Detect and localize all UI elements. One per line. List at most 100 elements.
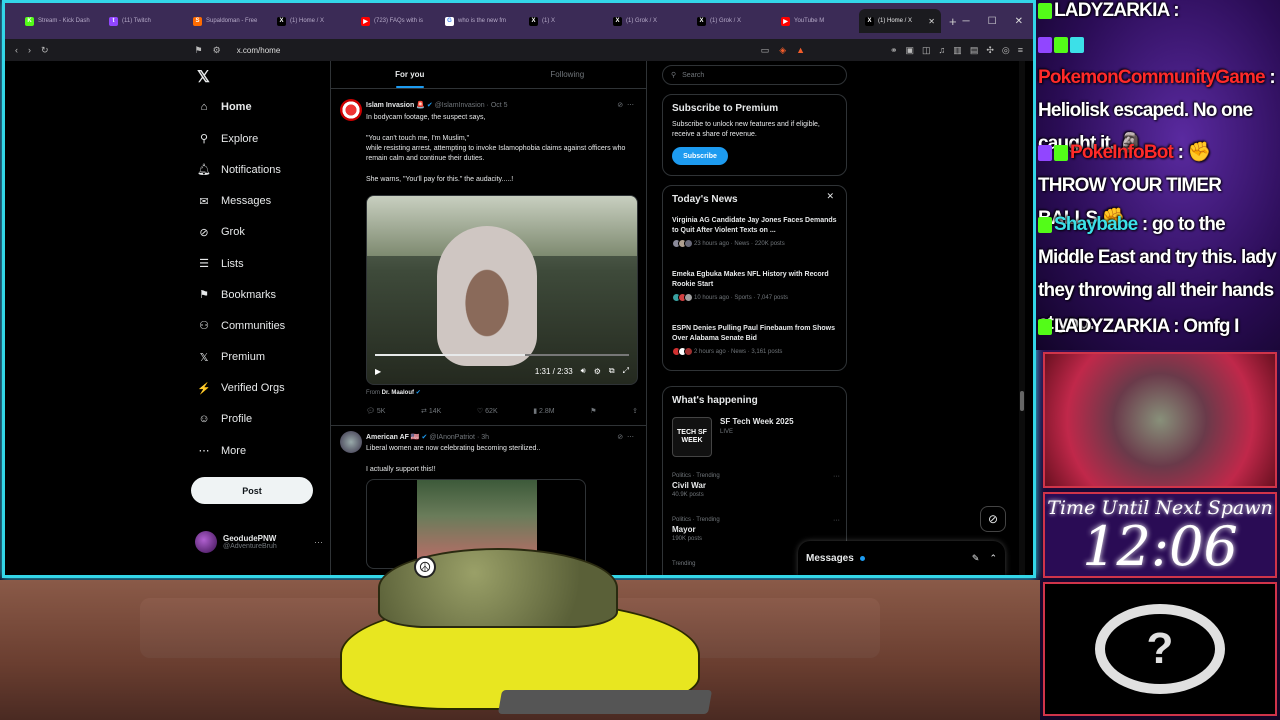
avatar[interactable] (340, 431, 362, 453)
more-icon[interactable]: ⋯ (627, 102, 634, 109)
music-icon[interactable]: ♫ (939, 45, 946, 56)
wallet-icon[interactable]: ◎ (1002, 45, 1010, 56)
trend-item[interactable]: Politics · Trending Mayor 190K posts ··· (672, 517, 840, 542)
trending-event[interactable]: TECH SF WEEK SF Tech Week 2025 LIVE (672, 417, 794, 457)
reply-button[interactable]: 💬︎ 5K (366, 407, 385, 415)
from-name[interactable]: Dr. Maalouf (382, 390, 414, 396)
like-button[interactable]: ♡ 62K (477, 407, 498, 415)
compose-message-icon[interactable]: ✎ (972, 553, 980, 564)
browser-tab[interactable]: S Supaldoman - Free (187, 9, 269, 33)
tab-for-you[interactable]: For you (331, 61, 489, 88)
grok-icon[interactable]: ⊘ (617, 434, 623, 441)
fullscreen-icon[interactable]: ⤢ (623, 366, 629, 376)
post-button[interactable]: Post (191, 477, 313, 504)
chat-username[interactable]: Shaybabe (1054, 214, 1138, 235)
back-icon[interactable]: ‹ (15, 45, 18, 55)
news-item[interactable]: Virginia AG Candidate Jay Jones Faces De… (672, 216, 837, 248)
trend-item[interactable]: Politics · Trending Civil War 40.9K posts ·… (672, 473, 840, 498)
grok-icon[interactable]: ⊘ (617, 102, 623, 109)
more-icon[interactable]: ⋯ (627, 434, 634, 441)
browser-tab[interactable]: ▶ (723) FAQs with is (355, 9, 437, 33)
volume-icon[interactable]: 🔊︎ (581, 366, 586, 376)
minimize-icon[interactable]: ─ (963, 16, 970, 27)
extension-icon[interactable]: ▣ (906, 45, 915, 56)
address-bar[interactable]: x.com/home (231, 46, 751, 55)
extension-icon[interactable]: ◫ (922, 45, 931, 56)
chat-username[interactable]: PokemonCommunityGame (1038, 67, 1266, 88)
video-progress-bar[interactable] (375, 354, 629, 356)
sidebar-item-notifications[interactable]: 🔔︎ Notifications (197, 163, 281, 177)
avatar[interactable] (340, 99, 362, 121)
sidebar-item-messages[interactable]: ✉ Messages (197, 195, 271, 208)
repost-button[interactable]: ⇄ 14K (421, 407, 441, 415)
extension-icon[interactable]: ▥ (953, 45, 962, 56)
sidebar-item-verified-orgs[interactable]: ⚡ Verified Orgs (197, 382, 284, 395)
bookmark-icon[interactable]: ⚑ (590, 407, 596, 415)
play-icon[interactable]: ▶ (375, 367, 381, 376)
news-item[interactable]: ESPN Denies Pulling Paul Finebaum from S… (672, 324, 837, 356)
account-switcher[interactable]: GeodudePNW @AdventureBruh ··· (195, 531, 323, 553)
author-name[interactable]: Islam Invasion (366, 102, 414, 109)
author-meta: @IslamInvasion · Oct 5 (434, 102, 508, 109)
more-icon[interactable]: ··· (833, 517, 840, 524)
share-icon[interactable]: ⇪ (632, 407, 638, 415)
close-icon[interactable]: ✕ (826, 191, 834, 202)
news-item[interactable]: Emeka Egbuka Makes NFL History with Reco… (672, 270, 837, 302)
chat-username[interactable]: PokeInfoBot (1070, 142, 1174, 163)
browser-tab[interactable]: X (1) Grok / X (607, 9, 689, 33)
sidebar-item-premium[interactable]: 𝕏 Premium (197, 351, 265, 364)
scrollbar-thumb[interactable] (1020, 391, 1024, 411)
sidebar-item-grok[interactable]: ⊘ Grok (197, 226, 244, 239)
extension-icon[interactable]: ▤ (970, 45, 979, 56)
sidebar-item-more[interactable]: ⋯ More (197, 444, 247, 458)
tab-following[interactable]: Following (489, 61, 647, 88)
chat-badge-icon (1054, 36, 1068, 53)
sidebar-item-bookmarks[interactable]: ⚑ Bookmarks (197, 288, 276, 302)
browser-tab[interactable]: K Stream - Kick Dash (19, 9, 101, 33)
screen-icon[interactable]: ▭ (761, 45, 770, 56)
site-info-icon[interactable]: ⚙ (213, 45, 221, 56)
sidebar-item-explore[interactable]: ⚲ Explore (197, 132, 258, 146)
sidebar-item-lists[interactable]: ☰ Lists (197, 257, 244, 271)
author-name[interactable]: American AF 🇺🇸 (366, 434, 420, 441)
scrollbar[interactable] (1019, 61, 1025, 575)
forward-icon[interactable]: › (28, 45, 31, 55)
messages-drawer[interactable]: Messages ✎ ⌃ (798, 541, 1005, 575)
menu-icon[interactable]: ≡ (1018, 45, 1023, 56)
sidebar-item-communities[interactable]: ⚇ Communities (197, 319, 285, 333)
x-logo-icon[interactable]: 𝕏 (197, 67, 210, 87)
brave-shield-icon[interactable]: ◈ (779, 45, 786, 56)
close-window-icon[interactable]: ✕ (1015, 16, 1023, 27)
pip-icon[interactable]: ⧉ (609, 366, 615, 376)
chat-username[interactable]: LADYZARKIA (1054, 316, 1170, 337)
more-icon[interactable]: ··· (833, 473, 840, 480)
expand-icon[interactable]: ⌃ (989, 553, 997, 564)
reload-icon[interactable]: ↻ (41, 45, 49, 56)
bookmark-page-icon[interactable]: ⚑ (195, 45, 203, 56)
browser-tab[interactable]: X (1) Home / X ✕ (859, 9, 941, 33)
close-tab-icon[interactable]: ✕ (928, 17, 935, 26)
video-player[interactable]: ▶ 1:31 / 2:33 🔊︎ ⚙ ⧉ ⤢ (366, 195, 638, 385)
grok-button[interactable]: ⊘ (980, 506, 1006, 532)
browser-tab[interactable]: Gwho is the new fm (439, 9, 521, 33)
subscribe-button[interactable]: Subscribe (672, 147, 728, 165)
sidebar-item-profile[interactable]: ☺ Profile (197, 413, 252, 425)
rewards-icon[interactable]: ▲ (796, 45, 805, 55)
browser-tab[interactable]: t (11) Twitch (103, 9, 185, 33)
tweet[interactable]: Islam Invasion 🚨 ✔ @IslamInvasion · Oct … (331, 89, 646, 459)
video-progress-fill (375, 354, 525, 356)
browser-tab[interactable]: X (1) X (523, 9, 605, 33)
chat-username[interactable]: LADYZARKIA (1054, 0, 1170, 21)
settings-icon[interactable]: ⚙ (594, 367, 601, 376)
views-button[interactable]: ▮ 2.8M (533, 407, 554, 415)
extension-icon[interactable]: ⚭ (890, 45, 898, 56)
search-input[interactable]: ⚲ Search (662, 65, 847, 85)
browser-tab[interactable]: ▶ YouTube M (775, 9, 857, 33)
more-icon[interactable]: ··· (314, 537, 323, 547)
browser-tab[interactable]: X (1) Home / X (271, 9, 353, 33)
new-tab-button[interactable]: + (949, 14, 957, 29)
sidebar-item-home[interactable]: ⌂ Home (197, 101, 252, 113)
browser-tab[interactable]: X (1) Grok / X (691, 9, 773, 33)
maximize-icon[interactable]: ☐ (988, 16, 997, 27)
puzzle-icon[interactable]: ✣ (986, 45, 994, 56)
